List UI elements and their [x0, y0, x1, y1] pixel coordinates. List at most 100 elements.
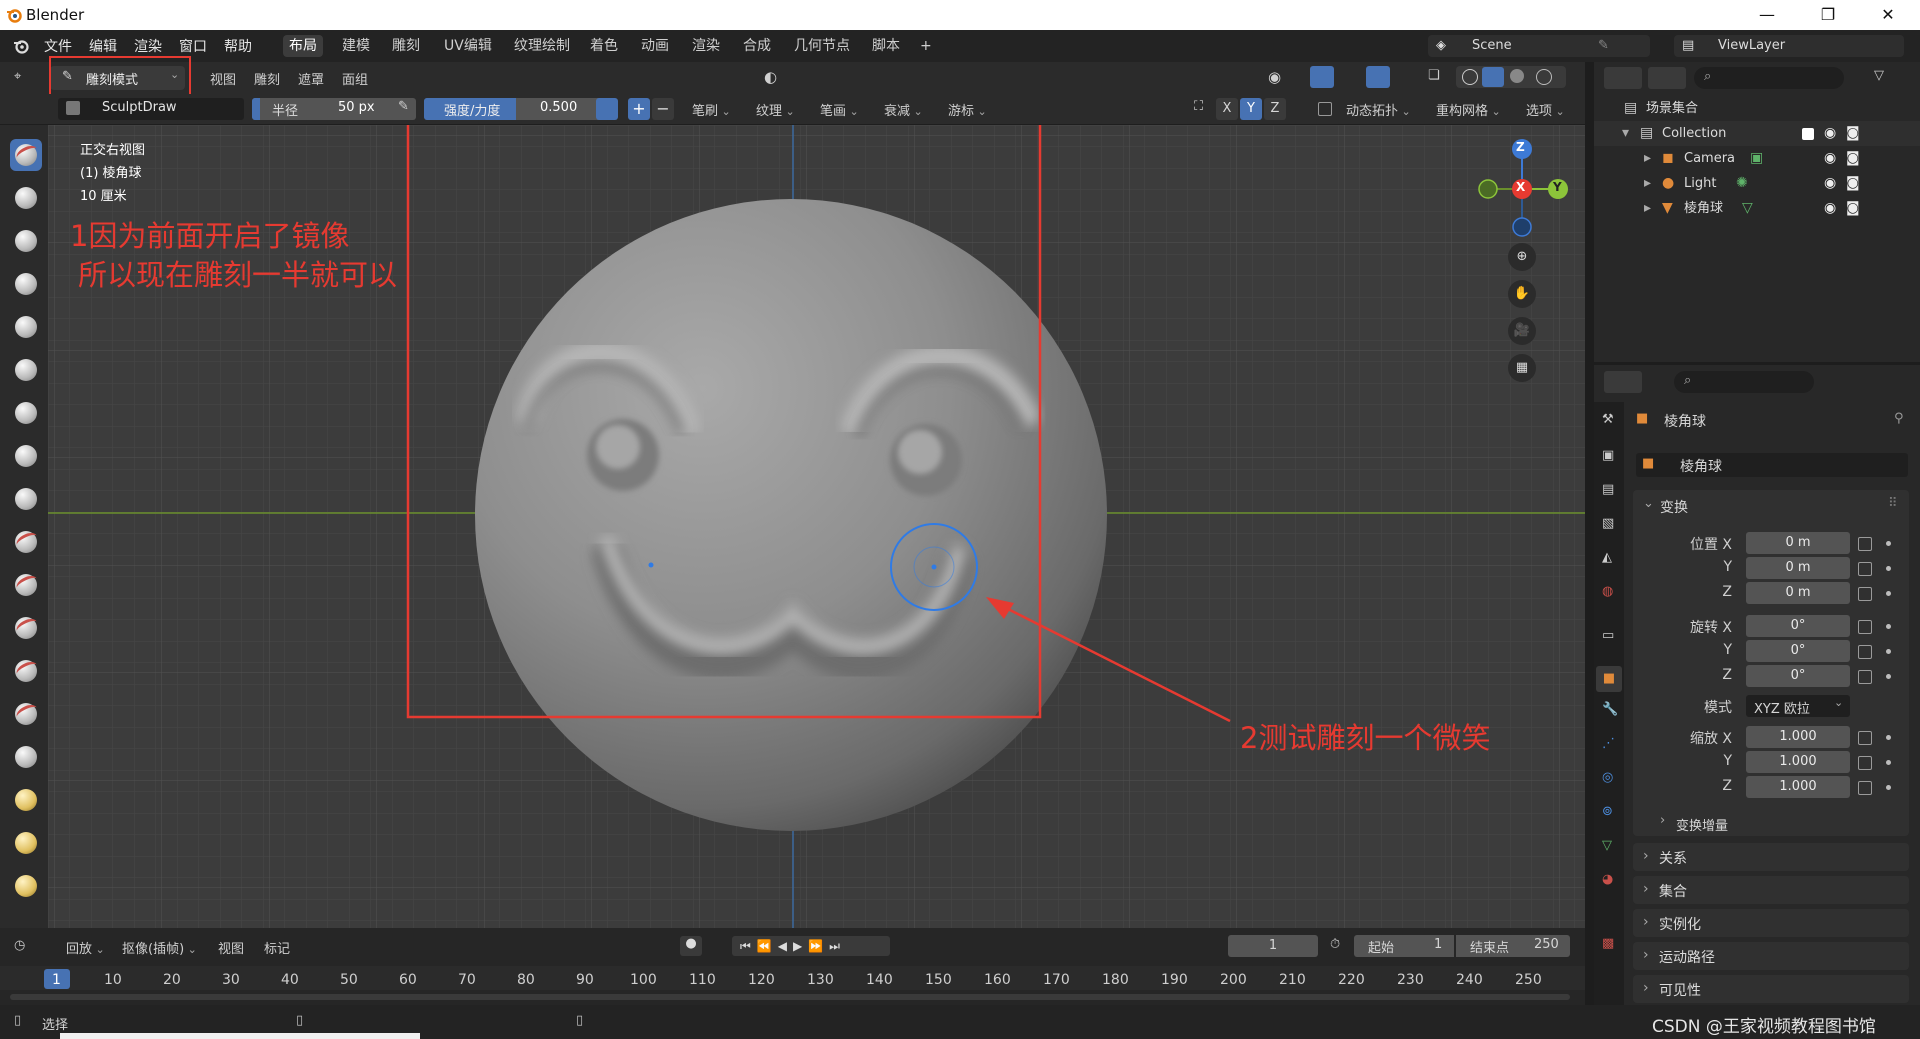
camera-render-icon[interactable]: ◙: [1846, 196, 1860, 221]
timeline-scrollbar[interactable]: [10, 994, 1570, 1000]
radius-pressure-icon[interactable]: ✎: [398, 99, 409, 114]
menu-view[interactable]: 视图: [210, 69, 236, 88]
outliner-collection-row[interactable]: ▾ ▤ Collection ◉ ◙: [1594, 121, 1920, 146]
drag-handle-icon[interactable]: ⠿: [1888, 496, 1898, 511]
dyntopo-dropdown[interactable]: 动态拓扑: [1346, 100, 1411, 119]
chevron-right-icon[interactable]: ›: [1660, 813, 1665, 828]
end-frame-field[interactable]: 结束点 250: [1456, 935, 1570, 957]
visibility-panel[interactable]: › 可见性: [1633, 975, 1909, 1003]
scale-y-field[interactable]: 1.000: [1746, 751, 1850, 773]
playback-controls[interactable]: ⏮⏪◀▶⏩⏭: [732, 936, 890, 956]
camera-render-icon[interactable]: ◙: [1846, 146, 1860, 171]
modifier-tab-icon[interactable]: 🔧: [1602, 702, 1618, 717]
object-datablock-field[interactable]: ■ 棱角球: [1636, 453, 1908, 477]
physics-tab-icon[interactable]: ◎: [1602, 770, 1613, 785]
keyframe-dot-icon[interactable]: [1886, 624, 1891, 629]
lock-icon[interactable]: [1858, 731, 1872, 745]
tab-compositing[interactable]: 合成: [737, 35, 777, 57]
tool-snake-hook[interactable]: [10, 870, 42, 902]
filter-icon[interactable]: ▽: [1874, 68, 1884, 83]
tab-animation[interactable]: 动画: [635, 35, 675, 57]
tab-layout[interactable]: 布局: [283, 35, 323, 57]
add-direction-button[interactable]: +: [628, 98, 650, 120]
rotation-y-field[interactable]: 0°: [1746, 640, 1850, 662]
data-tab-icon[interactable]: ▽: [1602, 838, 1612, 853]
location-z-field[interactable]: 0 m: [1746, 582, 1850, 604]
keyframe-dot-icon[interactable]: [1886, 735, 1891, 740]
tool-crease[interactable]: [10, 483, 42, 515]
tool-tab-icon[interactable]: ⚒: [1602, 412, 1614, 427]
xray-icon[interactable]: ❏: [1428, 68, 1440, 83]
render-tab-icon[interactable]: ▣: [1602, 448, 1614, 463]
texture-dropdown[interactable]: 纹理: [756, 100, 795, 119]
dyntopo-checkbox[interactable]: [1318, 102, 1332, 116]
eye-icon[interactable]: ◉: [1824, 146, 1836, 171]
chevron-down-icon[interactable]: ⌄: [1643, 496, 1654, 511]
camera-render-icon[interactable]: ◙: [1846, 121, 1860, 146]
lock-icon[interactable]: [1858, 645, 1872, 659]
ortho-toggle-icon[interactable]: ▦: [1508, 354, 1536, 382]
rotation-z-field[interactable]: 0°: [1746, 665, 1850, 687]
overlay-toggle-icon[interactable]: [1366, 66, 1390, 88]
camera-render-icon[interactable]: ◙: [1846, 171, 1860, 196]
tool-blob[interactable]: [10, 440, 42, 472]
outliner-item-mesh[interactable]: ▸ ▼ 棱角球 ▽ ◉ ◙: [1594, 196, 1920, 221]
tool-flatten[interactable]: [10, 569, 42, 601]
gizmo-toggle-icon[interactable]: [1310, 66, 1334, 88]
keyframe-dot-icon[interactable]: [1886, 541, 1891, 546]
scene-tab-icon[interactable]: ◭: [1602, 550, 1612, 565]
outliner-search-input[interactable]: ⌕: [1694, 67, 1844, 89]
outliner-item-camera[interactable]: ▸ ◼ Camera ▣ ◉ ◙: [1594, 146, 1920, 171]
menu-mask[interactable]: 遮罩: [298, 69, 324, 88]
zoom-icon[interactable]: ⊕: [1508, 243, 1536, 271]
timeline-marker-menu[interactable]: 标记: [264, 938, 290, 957]
tool-draw[interactable]: [10, 139, 42, 171]
lock-icon[interactable]: [1858, 670, 1872, 684]
tab-modeling[interactable]: 建模: [336, 35, 376, 57]
tool-elastic-deform[interactable]: [10, 827, 42, 859]
start-frame-field[interactable]: 起始 1: [1354, 935, 1454, 957]
keyframe-dot-icon[interactable]: [1886, 649, 1891, 654]
delta-transform-subpanel[interactable]: 变换增量: [1676, 815, 1728, 834]
lock-icon[interactable]: [1858, 587, 1872, 601]
keyframe-dot-icon[interactable]: [1886, 566, 1891, 571]
location-y-field[interactable]: 0 m: [1746, 557, 1850, 579]
outliner-scene-collection[interactable]: ▤ 场景集合: [1594, 96, 1920, 121]
outliner-editor-type[interactable]: [1604, 67, 1642, 89]
tool-clay[interactable]: [10, 225, 42, 257]
tab-scripting[interactable]: 脚本: [866, 35, 906, 57]
keying-dropdown[interactable]: 抠像(插帧): [122, 938, 197, 957]
menu-edit[interactable]: 编辑: [89, 36, 117, 56]
pin-icon[interactable]: ✎: [1598, 35, 1609, 57]
menu-file[interactable]: 文件: [44, 36, 72, 56]
world-tab-icon[interactable]: ◍: [1602, 584, 1613, 599]
instancing-panel[interactable]: › 实例化: [1633, 909, 1909, 937]
close-button[interactable]: ✕: [1868, 2, 1908, 28]
scale-x-field[interactable]: 1.000: [1746, 726, 1850, 748]
keyframe-dot-icon[interactable]: [1886, 591, 1891, 596]
constraints-tab-icon[interactable]: ⊚: [1602, 804, 1613, 819]
menu-sculpt[interactable]: 雕刻: [254, 69, 280, 88]
menu-face-sets[interactable]: 面组: [342, 69, 368, 88]
solid-shading-icon[interactable]: [1482, 67, 1504, 87]
mirror-z-toggle[interactable]: Z: [1264, 98, 1286, 120]
object-tab-icon[interactable]: ■: [1596, 666, 1622, 692]
strength-field[interactable]: 强度/力度 0.500: [424, 98, 608, 120]
tool-inflate[interactable]: [10, 397, 42, 429]
auto-key-icon[interactable]: ●: [680, 936, 702, 956]
tab-geometry-nodes[interactable]: 几何节点: [788, 35, 856, 57]
eye-icon[interactable]: ◉: [1824, 121, 1836, 146]
brush-selector[interactable]: SculptDraw: [58, 98, 244, 120]
expand-arrow-icon[interactable]: ▾: [1622, 121, 1629, 146]
rotation-x-field[interactable]: 0°: [1746, 615, 1850, 637]
tool-smooth[interactable]: [10, 526, 42, 558]
timeline-view-menu[interactable]: 视图: [218, 938, 244, 957]
radius-field[interactable]: 半径 50 px: [252, 98, 416, 120]
tab-shading[interactable]: 着色: [584, 35, 624, 57]
gizmo-x-label[interactable]: X: [1516, 180, 1525, 194]
motion-paths-panel[interactable]: › 运动路径: [1633, 942, 1909, 970]
pin-icon[interactable]: ⚲: [1894, 411, 1904, 426]
material-shading-icon[interactable]: [1510, 69, 1524, 83]
visibility-icon[interactable]: ◉: [1268, 68, 1281, 86]
tool-pinch[interactable]: [10, 741, 42, 773]
